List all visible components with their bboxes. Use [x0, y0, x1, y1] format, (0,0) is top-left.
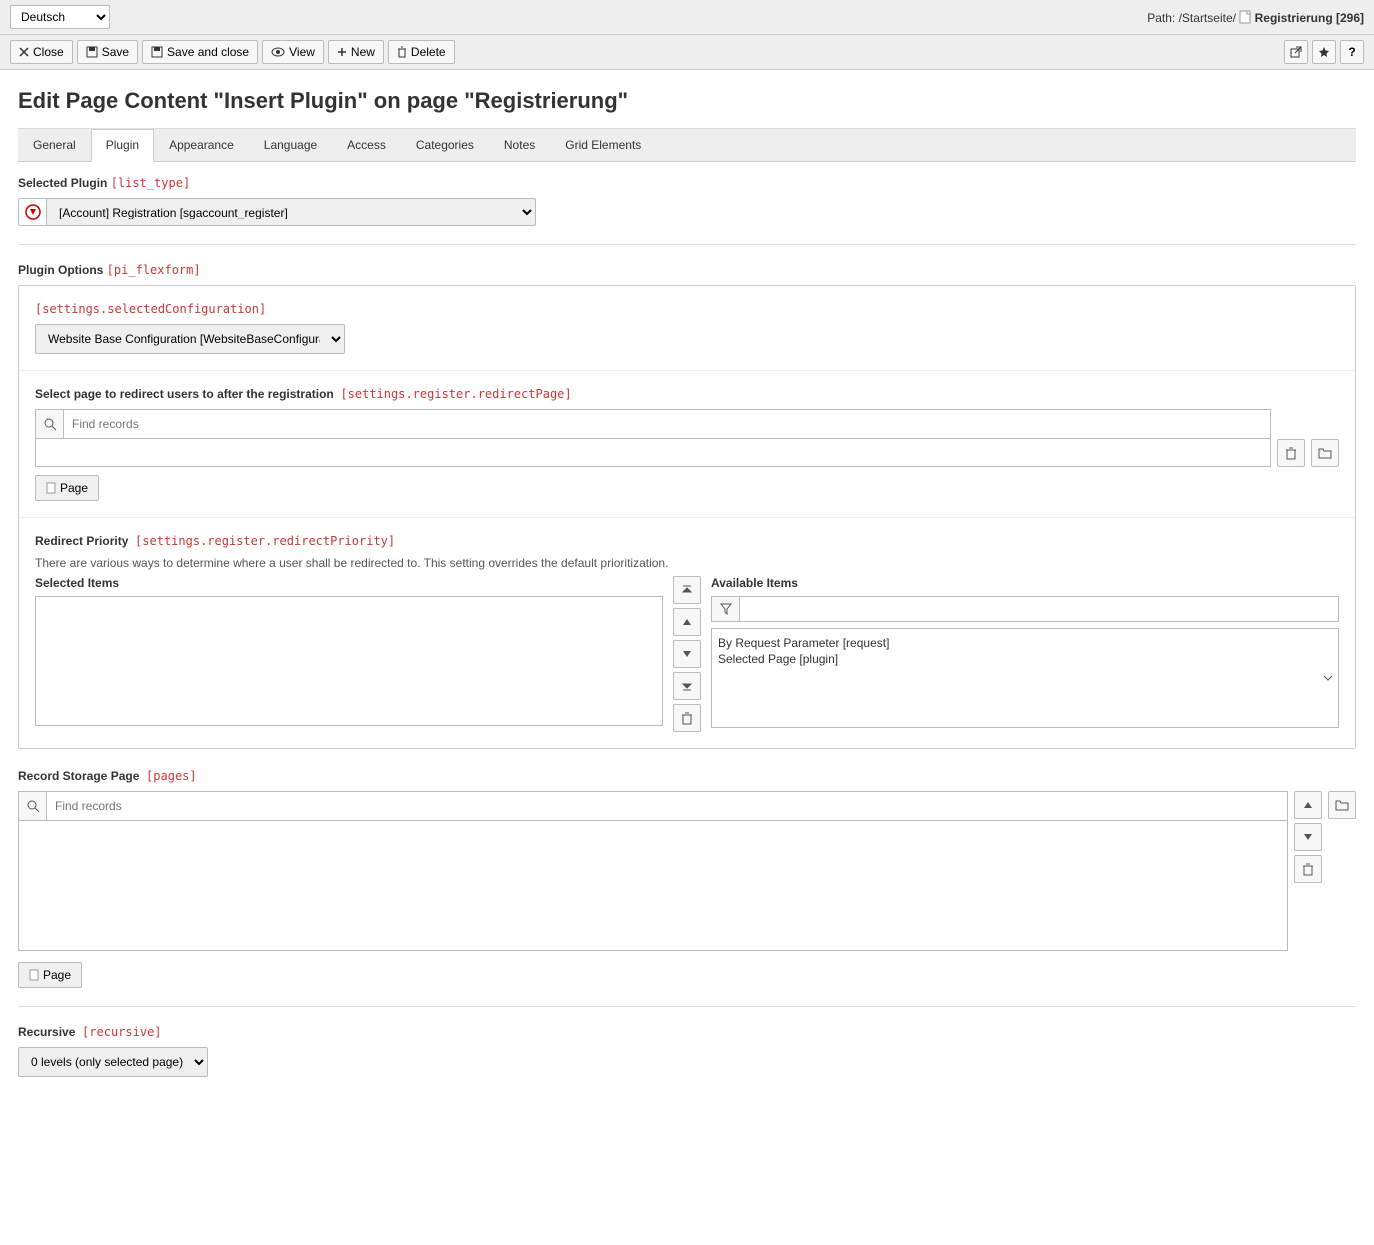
- view-button[interactable]: View: [262, 40, 324, 64]
- selected-items-label: Selected Items: [35, 576, 663, 590]
- redirect-page-button[interactable]: Page: [35, 475, 99, 501]
- tab-plugin[interactable]: Plugin: [91, 129, 154, 162]
- toolbar: Close Save Save and close View New Delet…: [0, 35, 1374, 70]
- save-icon: [86, 46, 98, 58]
- storage-move-down-button[interactable]: [1294, 823, 1322, 851]
- available-items-list[interactable]: By Request Parameter [request] Selected …: [711, 628, 1339, 728]
- recursive-label: Recursive [recursive]: [18, 1025, 1356, 1039]
- bookmark-button[interactable]: [1312, 40, 1336, 64]
- page-icon: [1239, 11, 1254, 25]
- redirect-page-section: Select page to redirect users to after t…: [19, 371, 1355, 518]
- config-select[interactable]: Website Base Configuration [WebsiteBaseC…: [35, 324, 345, 354]
- tab-language[interactable]: Language: [249, 129, 332, 161]
- breadcrumb: Path: /Startseite/ Registrierung [296]: [1147, 10, 1364, 25]
- path-label: Path:: [1147, 11, 1175, 25]
- redirect-priority-section: Redirect Priority [settings.register.red…: [19, 518, 1355, 748]
- tab-notes[interactable]: Notes: [489, 129, 550, 161]
- filter-icon: [711, 596, 739, 622]
- delete-button[interactable]: Delete: [388, 40, 455, 64]
- chevron-down-icon[interactable]: [1318, 629, 1338, 727]
- page-icon: [46, 482, 56, 494]
- new-button[interactable]: New: [328, 40, 384, 64]
- trash-icon: [1285, 446, 1297, 460]
- new-label: New: [351, 45, 375, 59]
- topbar: Deutsch Path: /Startseite/ Registrierung…: [0, 0, 1374, 35]
- folder-icon: [1318, 447, 1332, 459]
- help-icon: ?: [1348, 45, 1355, 59]
- storage-delete-button[interactable]: [1294, 855, 1322, 883]
- storage-search-input[interactable]: [46, 791, 1288, 821]
- plus-icon: [337, 47, 347, 57]
- available-item[interactable]: Selected Page [plugin]: [718, 651, 1312, 667]
- save-close-label: Save and close: [167, 45, 249, 59]
- close-label: Close: [33, 45, 64, 59]
- view-label: View: [289, 45, 315, 59]
- available-item[interactable]: By Request Parameter [request]: [718, 635, 1312, 651]
- selected-items-list[interactable]: [35, 596, 663, 726]
- tab-access[interactable]: Access: [332, 129, 401, 161]
- redirect-page-label: Select page to redirect users to after t…: [35, 387, 1339, 401]
- available-items-label: Available Items: [711, 576, 1339, 590]
- plugin-type-icon: [18, 198, 46, 226]
- search-icon: [35, 409, 63, 439]
- redirect-selected-input[interactable]: [35, 439, 1271, 467]
- path-current: Registrierung [296]: [1255, 11, 1364, 25]
- available-filter-input[interactable]: [739, 596, 1339, 622]
- language-select[interactable]: Deutsch: [10, 5, 110, 29]
- plugin-options-panel: [settings.selectedConfiguration] Website…: [18, 285, 1356, 749]
- save-label: Save: [102, 45, 129, 59]
- page-title: Edit Page Content "Insert Plugin" on pag…: [0, 70, 1374, 128]
- selected-plugin-label: Selected Plugin [list_type]: [18, 176, 1356, 190]
- delete-label: Delete: [411, 45, 446, 59]
- divider: [18, 1006, 1356, 1007]
- tab-categories[interactable]: Categories: [401, 129, 489, 161]
- star-icon: [1318, 46, 1330, 58]
- eye-icon: [271, 47, 285, 57]
- move-bottom-button[interactable]: [673, 672, 701, 700]
- help-button[interactable]: ?: [1340, 40, 1364, 64]
- save-close-icon: [151, 46, 163, 58]
- storage-list[interactable]: [18, 821, 1288, 951]
- tab-appearance[interactable]: Appearance: [154, 129, 249, 161]
- redirect-priority-label: Redirect Priority [settings.register.red…: [35, 534, 1339, 548]
- close-button[interactable]: Close: [10, 40, 73, 64]
- page-icon: [29, 969, 39, 981]
- trash-icon: [397, 46, 407, 58]
- divider: [18, 244, 1356, 245]
- redirect-browse-button[interactable]: [1311, 439, 1339, 467]
- redirect-delete-button[interactable]: [1277, 439, 1305, 467]
- external-link-icon: [1290, 46, 1302, 58]
- storage-move-up-button[interactable]: [1294, 791, 1322, 819]
- search-icon: [18, 791, 46, 821]
- remove-item-button[interactable]: [673, 704, 701, 732]
- close-icon: [19, 47, 29, 57]
- content: Selected Plugin [list_type] [Account] Re…: [0, 162, 1374, 1091]
- save-button[interactable]: Save: [77, 40, 138, 64]
- move-top-button[interactable]: [673, 576, 701, 604]
- path-root-link[interactable]: /Startseite/: [1179, 11, 1236, 25]
- storage-browse-button[interactable]: [1328, 791, 1356, 819]
- storage-label: Record Storage Page [pages]: [18, 769, 1356, 783]
- move-up-button[interactable]: [673, 608, 701, 636]
- tabs: General Plugin Appearance Language Acces…: [18, 128, 1356, 162]
- recursive-section: Recursive [recursive] 0 levels (only sel…: [18, 1025, 1356, 1077]
- storage-section: Record Storage Page [pages]: [18, 769, 1356, 988]
- config-code: [settings.selectedConfiguration]: [35, 302, 266, 316]
- storage-page-button[interactable]: Page: [18, 962, 82, 988]
- redirect-priority-help: There are various ways to determine wher…: [35, 556, 1339, 570]
- selected-plugin-row: [Account] Registration [sgaccount_regist…: [18, 198, 1356, 226]
- move-down-button[interactable]: [673, 640, 701, 668]
- tab-grid-elements[interactable]: Grid Elements: [550, 129, 656, 161]
- redirect-search-input[interactable]: [63, 409, 1271, 439]
- plugin-options-label: Plugin Options [pi_flexform]: [18, 263, 1356, 277]
- save-close-button[interactable]: Save and close: [142, 40, 258, 64]
- config-section: [settings.selectedConfiguration] Website…: [19, 286, 1355, 371]
- recursive-select[interactable]: 0 levels (only selected page) [0]: [18, 1047, 208, 1077]
- selected-plugin-select[interactable]: [Account] Registration [sgaccount_regist…: [46, 198, 536, 226]
- share-button[interactable]: [1284, 40, 1308, 64]
- tab-general[interactable]: General: [18, 129, 91, 161]
